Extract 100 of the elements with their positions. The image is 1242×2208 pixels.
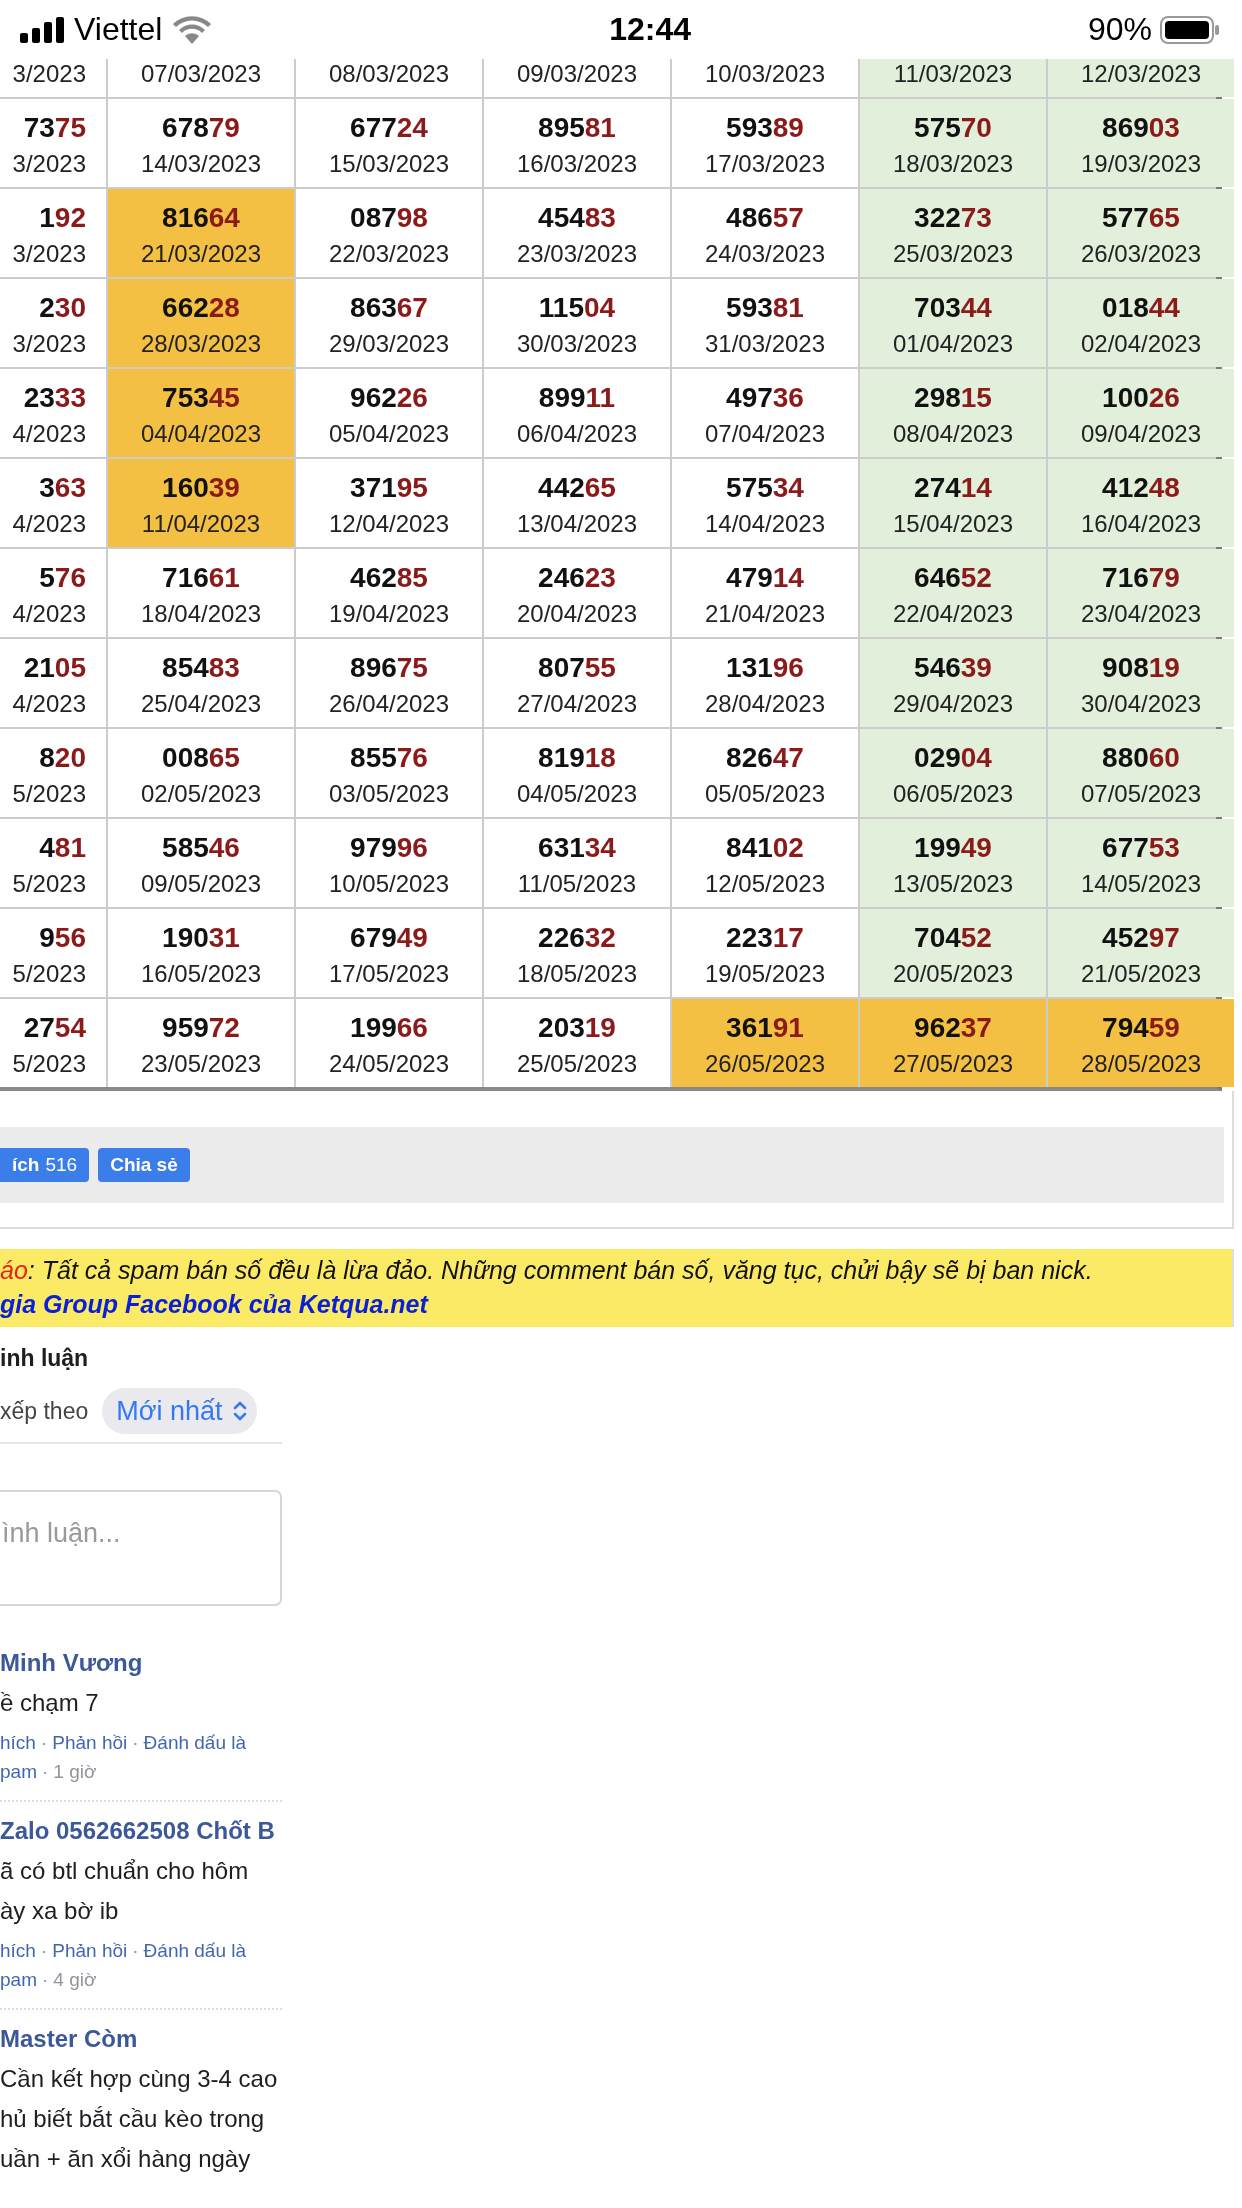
result-date: 03/05/2023 (328, 779, 450, 809)
result-date: 28/04/2023 (704, 689, 826, 719)
battery-icon (1160, 15, 1220, 44)
result-number: 90819 (1102, 651, 1180, 685)
result-date: 09/03/2023 (516, 59, 638, 89)
result-number: 47914 (726, 561, 804, 595)
result-number: 00865 (162, 741, 240, 775)
result-date: 18/03/2023 (892, 149, 1014, 179)
result-date: 3/2023 (12, 239, 86, 269)
result-number: 22317 (726, 921, 804, 955)
result-date: 29/03/2023 (328, 329, 450, 359)
result-number: 85576 (350, 741, 428, 775)
result-date: 15/03/2023 (328, 149, 450, 179)
comment-action-link[interactable]: Đánh dấu là (143, 1940, 247, 1961)
like-button[interactable]: ích 516 (0, 1148, 90, 1182)
result-number: 58546 (162, 831, 240, 865)
result-date: 24/05/2023 (328, 1049, 450, 1079)
result-number: 96226 (350, 381, 428, 415)
group-link[interactable]: gia Group Facebook của Ketqua.net (0, 1290, 428, 1318)
comment-action-link[interactable]: Phản hồi (52, 1732, 128, 1753)
result-number: 57570 (914, 111, 992, 145)
result-date: 19/05/2023 (704, 959, 826, 989)
comment-action-link[interactable]: pam (0, 1761, 37, 1782)
result-date: 04/05/2023 (516, 779, 638, 809)
result-number: 81664 (162, 201, 240, 235)
result-date: 21/05/2023 (1080, 959, 1202, 989)
result-number: 80755 (538, 651, 616, 685)
comment-action-link[interactable]: pam (0, 1969, 37, 1990)
result-date: 09/04/2023 (1080, 419, 1202, 449)
result-number: 97996 (350, 831, 428, 865)
result-date: 23/03/2023 (516, 239, 638, 269)
result-number: 70344 (914, 291, 992, 325)
result-date: 06/04/2023 (516, 419, 638, 449)
result-date: 25/03/2023 (892, 239, 1014, 269)
comment-action-link[interactable]: Đánh dấu là (143, 1732, 247, 1753)
result-number: 19949 (914, 831, 992, 865)
result-date: 25/04/2023 (140, 689, 262, 719)
result-date: 4/2023 (12, 689, 86, 719)
result-number: 67753 (1102, 831, 1180, 865)
result-date: 07/04/2023 (704, 419, 826, 449)
result-number: 75345 (162, 381, 240, 415)
result-date: 10/03/2023 (704, 59, 826, 89)
result-number: 66228 (162, 291, 240, 325)
result-date: 14/04/2023 (704, 509, 826, 539)
result-date: 20/05/2023 (892, 959, 1014, 989)
result-date: 3/2023 (12, 149, 86, 179)
result-number: 02904 (914, 741, 992, 775)
result-number: 96237 (914, 1011, 992, 1045)
comment-text: uần + ăn xổi hàng ngày (0, 2144, 252, 2174)
result-number: 85483 (162, 651, 240, 685)
commenter-name[interactable]: Minh Vương (0, 1646, 282, 1680)
sort-select[interactable]: Mới nhất (102, 1388, 257, 1434)
result-number: 82647 (726, 741, 804, 775)
chevron-icon (232, 1400, 247, 1422)
separator-dot: · (41, 1761, 49, 1782)
result-date: 13/05/2023 (892, 869, 1014, 899)
comment-action-link[interactable]: hích (0, 1732, 36, 1753)
comment-input[interactable]: ình luận... (0, 1490, 282, 1606)
result-date: 25/05/2023 (516, 1049, 638, 1079)
result-date: 21/03/2023 (140, 239, 262, 269)
result-number: 89911 (538, 381, 616, 415)
result-date: 5/2023 (12, 779, 86, 809)
result-date: 26/03/2023 (1080, 239, 1202, 269)
commenter-name[interactable]: Master Còm (0, 2022, 282, 2056)
result-number: 363 (39, 471, 86, 505)
result-date: 17/05/2023 (328, 959, 450, 989)
result-date: 5/2023 (12, 869, 86, 899)
result-date: 01/04/2023 (892, 329, 1014, 359)
result-number: 59381 (726, 291, 804, 325)
result-number: 45483 (538, 201, 616, 235)
result-number: 84102 (726, 831, 804, 865)
result-number: 67724 (350, 111, 428, 145)
result-date: 11/03/2023 (893, 59, 1013, 89)
result-date: 3/2023 (12, 59, 86, 89)
result-number: 41248 (1102, 471, 1180, 505)
result-date: 12/04/2023 (328, 509, 450, 539)
result-date: 19/03/2023 (1080, 149, 1202, 179)
result-date: 10/05/2023 (328, 869, 450, 899)
result-date: 22/03/2023 (328, 239, 450, 269)
result-number: 230 (39, 291, 86, 325)
result-number: 16039 (162, 471, 240, 505)
commenter-name[interactable]: Zalo 0562662508 Chốt B (0, 1814, 282, 1848)
share-button[interactable]: Chia sẻ (98, 1148, 190, 1182)
result-number: 22632 (538, 921, 616, 955)
result-number: 64652 (914, 561, 992, 595)
comment-action-link[interactable]: hích (0, 1940, 36, 1961)
comment-time: 4 giờ (53, 1969, 97, 1990)
result-number: 19031 (162, 921, 240, 955)
separator-dot: · (132, 1940, 139, 1961)
result-number: 24623 (538, 561, 616, 595)
result-date: 08/04/2023 (892, 419, 1014, 449)
result-date: 09/05/2023 (140, 869, 262, 899)
comment-time: 1 giờ (53, 1761, 97, 1782)
result-number: 88060 (1102, 741, 1180, 775)
result-number: 54639 (914, 651, 992, 685)
result-number: 86367 (350, 291, 428, 325)
separator-dot: · (41, 1969, 49, 1990)
result-number: 19966 (350, 1011, 428, 1045)
comment-action-link[interactable]: Phản hồi (52, 1940, 128, 1961)
result-date: 27/05/2023 (892, 1049, 1014, 1079)
